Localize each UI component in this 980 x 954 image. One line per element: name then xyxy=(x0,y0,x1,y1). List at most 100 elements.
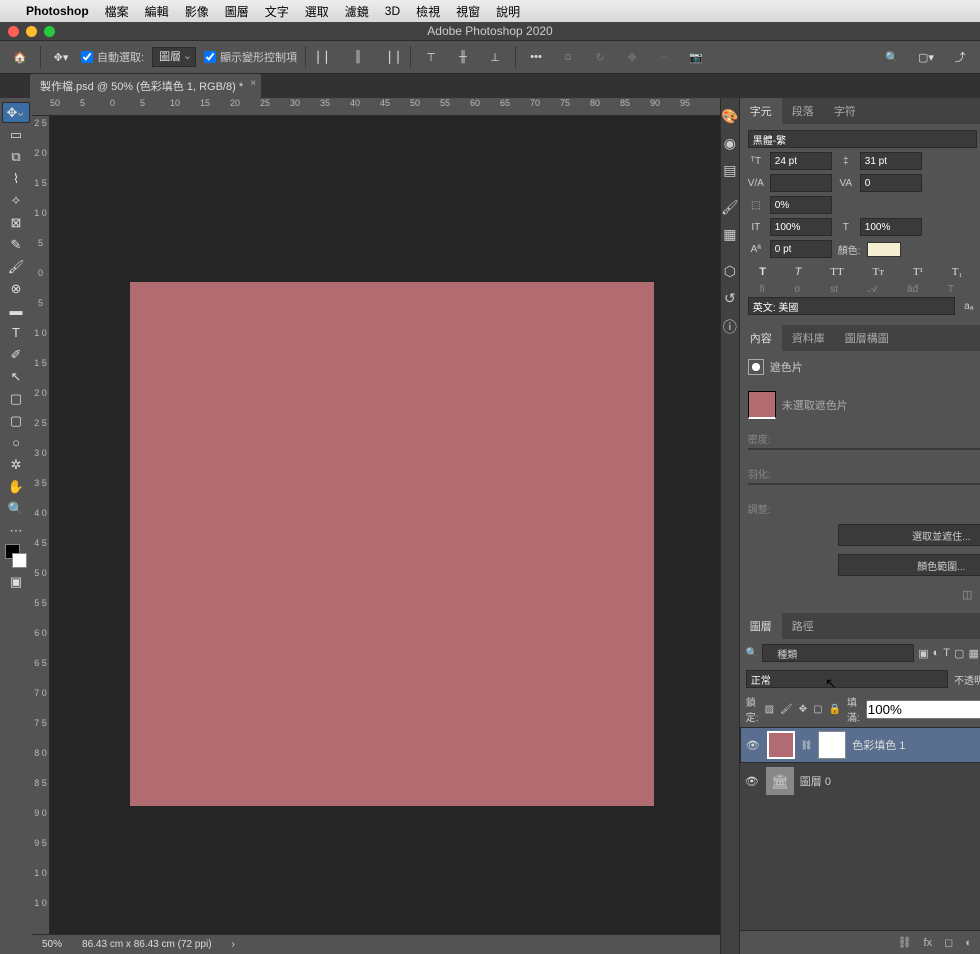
layer-row[interactable]: 👁 ⛓ 色彩填色 1 xyxy=(740,727,980,763)
titling-icon[interactable]: āđ xyxy=(907,284,918,295)
mask-thumbnail[interactable] xyxy=(748,391,776,419)
close-tab-icon[interactable]: × xyxy=(250,78,256,89)
align-middle-icon[interactable]: ╫ xyxy=(451,45,475,69)
lock-position-icon[interactable]: ✥ xyxy=(799,704,807,715)
allcaps-icon[interactable]: TT xyxy=(830,266,843,278)
language-select[interactable] xyxy=(748,297,955,315)
rectangle-tool[interactable]: ▢ xyxy=(2,388,30,409)
align-right-icon[interactable]: ▕▕ xyxy=(378,45,402,69)
frame-tool[interactable]: ⊠ xyxy=(2,212,30,233)
visibility-icon[interactable]: 👁 xyxy=(745,739,761,752)
lasso-tool[interactable]: ⌇ xyxy=(2,168,30,189)
artboard[interactable] xyxy=(130,282,654,806)
spot-heal-tool[interactable]: ⊗ xyxy=(2,278,30,299)
text-color-swatch[interactable] xyxy=(867,242,901,257)
workspace-icon[interactable]: ▢▾ xyxy=(914,45,938,69)
ellipse-tool[interactable]: ○ xyxy=(2,432,30,453)
layer-thumbnail[interactable]: 🏛 xyxy=(766,767,794,795)
libraries-panel-icon[interactable]: ⬡ xyxy=(724,263,736,280)
zoom-window-icon[interactable] xyxy=(44,26,55,37)
auto-select-target[interactable]: 圖層 xyxy=(152,47,196,67)
filter-smart-icon[interactable]: ▦ xyxy=(968,647,978,660)
color-range-button[interactable]: 顏色範圍... xyxy=(838,554,980,576)
gradients-panel-icon[interactable]: ▤ xyxy=(723,162,736,179)
fi-icon[interactable]: fi xyxy=(760,284,765,295)
lock-artboard-icon[interactable]: ▢ xyxy=(813,704,822,715)
ordinals-icon[interactable]: T xyxy=(948,284,954,295)
horz-scale-input[interactable] xyxy=(860,218,922,236)
menu-help[interactable]: 說明 xyxy=(496,3,520,20)
font-size-input[interactable] xyxy=(770,152,832,170)
rounded-rect-tool[interactable]: ▢ xyxy=(2,410,30,431)
st-icon[interactable]: st xyxy=(830,284,838,295)
add-mask-icon[interactable]: ◻ xyxy=(944,936,953,949)
tab-paths[interactable]: 路徑 xyxy=(782,613,824,639)
filter-adjust-icon[interactable]: ◐ xyxy=(933,647,940,659)
fill-input[interactable] xyxy=(866,700,980,719)
brush-tool[interactable]: 🖌 xyxy=(2,256,30,277)
menu-window[interactable]: 視窗 xyxy=(456,3,480,20)
tab-layercomps[interactable]: 圖層構圖 xyxy=(835,325,899,351)
move-tool[interactable]: ✥ xyxy=(2,102,30,123)
align-top-icon[interactable]: ⊤ xyxy=(419,45,443,69)
more-options-icon[interactable]: ••• xyxy=(524,45,548,69)
tab-libraries[interactable]: 資料庫 xyxy=(782,325,835,351)
link-layers-icon[interactable]: ⛓ xyxy=(898,936,912,949)
layer-filter-select[interactable] xyxy=(762,644,914,662)
menu-layer[interactable]: 圖層 xyxy=(225,3,249,20)
type-tool[interactable]: T xyxy=(2,322,30,343)
quick-mask-tool[interactable]: ▣ xyxy=(2,571,30,592)
mask-from-selection-icon[interactable]: ◫ xyxy=(962,588,972,601)
tab-properties[interactable]: 內容 xyxy=(740,325,782,351)
smallcaps-icon[interactable]: Tᴛ xyxy=(873,266,885,278)
minimize-window-icon[interactable] xyxy=(26,26,37,37)
menu-type[interactable]: 文字 xyxy=(265,3,289,20)
menu-filter[interactable]: 濾鏡 xyxy=(345,3,369,20)
app-name[interactable]: Photoshop xyxy=(26,4,89,18)
brushes-panel-icon[interactable]: 🖌 xyxy=(721,199,739,216)
background-color-swatch[interactable] xyxy=(12,553,27,568)
zoom-level[interactable]: 50% xyxy=(42,939,62,950)
move-tool-icon[interactable]: ✥▾ xyxy=(49,45,73,69)
marquee-tool[interactable]: ▭ xyxy=(2,124,30,145)
share-icon[interactable]: ⤴ xyxy=(948,45,972,69)
swatches-panel-icon[interactable]: ◉ xyxy=(724,135,736,152)
lock-all-icon[interactable]: 🔒 xyxy=(829,704,841,715)
scale-input[interactable] xyxy=(770,196,832,214)
tab-glyphs[interactable]: 字符 xyxy=(824,98,866,124)
layer-name[interactable]: 圖層 0 xyxy=(800,773,831,789)
density-slider[interactable]: 密度: xyxy=(748,427,980,454)
pen-tool[interactable]: ✐ xyxy=(2,344,30,365)
layer-row[interactable]: 👁 🏛 圖層 0 xyxy=(740,763,980,799)
layer-name[interactable]: 色彩填色 1 xyxy=(852,737,905,753)
feather-slider[interactable]: 羽化: xyxy=(748,462,980,489)
edit-toolbar[interactable]: ⋯ xyxy=(2,520,30,541)
path-select-tool[interactable]: ↖ xyxy=(2,366,30,387)
baseline-input[interactable] xyxy=(770,240,832,258)
tracking-input[interactable] xyxy=(860,174,922,192)
zoom-tool[interactable]: 🔍 xyxy=(2,498,30,519)
leading-input[interactable] xyxy=(860,152,922,170)
filter-shape-icon[interactable]: ▢ xyxy=(954,647,964,660)
close-window-icon[interactable] xyxy=(8,26,19,37)
swash-icon[interactable]: 𝒜 xyxy=(868,284,877,295)
brush-settings-icon[interactable]: ▦ xyxy=(723,226,736,243)
document-tab[interactable]: 製作檔.psd @ 50% (色彩填色 1, RGB/8) * × xyxy=(30,74,261,98)
superscript-icon[interactable]: T¹ xyxy=(913,266,923,278)
foreground-background-colors[interactable] xyxy=(2,542,30,570)
canvas-stage[interactable] xyxy=(50,116,720,934)
sigma-icon[interactable]: σ xyxy=(794,284,800,295)
menu-file[interactable]: 檔案 xyxy=(105,3,129,20)
filter-image-icon[interactable]: ▣ xyxy=(918,647,928,660)
info-panel-icon[interactable]: ⓘ xyxy=(723,317,737,337)
align-left-icon[interactable]: ▏▏ xyxy=(314,45,338,69)
filter-text-icon[interactable]: T xyxy=(943,647,950,659)
home-button[interactable]: 🏠 xyxy=(8,45,32,69)
auto-select-checkbox[interactable]: 自動選取: xyxy=(81,49,144,65)
color-panel-icon[interactable]: 🎨 xyxy=(721,108,738,125)
menu-view[interactable]: 檢視 xyxy=(416,3,440,20)
tab-paragraph[interactable]: 段落 xyxy=(782,98,824,124)
lock-transparency-icon[interactable]: ▨ xyxy=(765,704,774,715)
tab-layers[interactable]: 圖層 xyxy=(740,613,782,639)
crop-tool[interactable]: ⧉ xyxy=(2,146,30,167)
